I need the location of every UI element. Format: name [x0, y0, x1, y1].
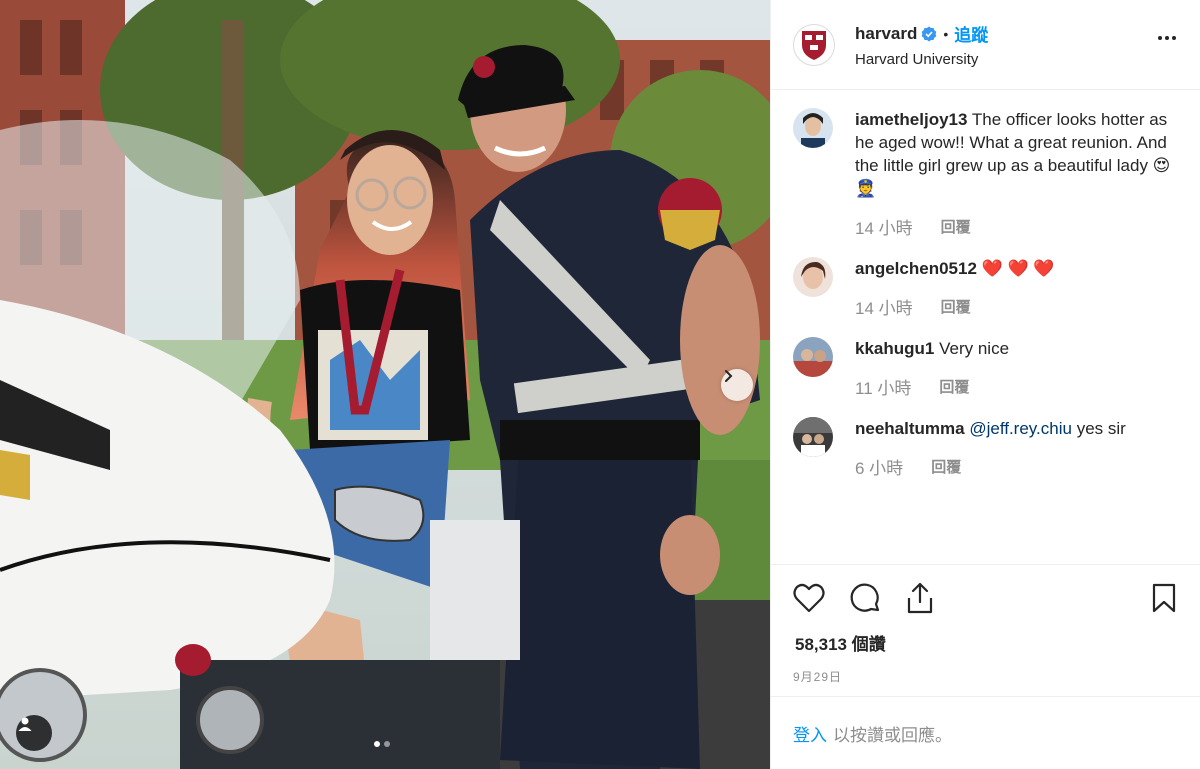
- comments-list: iametheljoy13 The officer looks hotter a…: [771, 90, 1200, 564]
- carousel-dot-active: [374, 741, 380, 747]
- comment-meta: 14 小時 回覆: [855, 294, 1055, 319]
- comment: kkahugu1 Very nice 11 小時 回覆: [793, 337, 1182, 399]
- user-tag-icon: [18, 717, 32, 731]
- instagram-post: harvard • 追蹤 Harvard University iamethel…: [0, 0, 1200, 769]
- commenter-avatar[interactable]: [793, 108, 833, 148]
- post-header: harvard • 追蹤 Harvard University: [771, 0, 1200, 90]
- comment: iametheljoy13 The officer looks hotter a…: [793, 108, 1182, 239]
- verified-badge-icon: [922, 26, 937, 41]
- post-side-panel: harvard • 追蹤 Harvard University iamethel…: [770, 0, 1200, 769]
- account-username[interactable]: harvard: [855, 24, 917, 44]
- comment-meta: 14 小時 回覆: [855, 214, 1182, 239]
- reply-button[interactable]: 回覆: [939, 374, 969, 399]
- login-link[interactable]: 登入: [793, 721, 827, 746]
- heart-icon: [793, 583, 825, 612]
- comment-meta: 11 小時 回覆: [855, 374, 1009, 399]
- comment-text-row: kkahugu1 Very nice: [855, 337, 1009, 360]
- comment-text: Very nice: [939, 339, 1010, 358]
- reply-button[interactable]: 回覆: [931, 454, 961, 479]
- comment-time[interactable]: 11 小時: [855, 374, 911, 399]
- avatar-image: [793, 337, 833, 377]
- account-full-name: Harvard University: [855, 51, 979, 68]
- comment-username[interactable]: neehaltumma: [855, 419, 965, 438]
- comment-username[interactable]: iametheljoy13: [855, 110, 967, 129]
- save-button[interactable]: [1152, 583, 1176, 618]
- comment-username[interactable]: kkahugu1: [855, 339, 934, 358]
- commenter-avatar[interactable]: [793, 337, 833, 377]
- comment-meta: 6 小時 回覆: [855, 454, 1126, 479]
- tagged-users-button[interactable]: [16, 715, 52, 751]
- reply-button[interactable]: 回覆: [941, 214, 971, 239]
- comment: neehaltumma @jeff.rey.chiu yes sir 6 小時 …: [793, 417, 1182, 479]
- comment-username[interactable]: angelchen0512: [855, 259, 977, 278]
- bookmark-icon: [1152, 583, 1176, 613]
- account-avatar[interactable]: [793, 23, 835, 66]
- account-info: harvard • 追蹤 Harvard University: [855, 21, 988, 69]
- comment-time[interactable]: 14 小時: [855, 214, 913, 239]
- more-options-icon: [1158, 36, 1162, 40]
- share-icon: [907, 582, 933, 613]
- post-date[interactable]: 9月29日: [771, 656, 1200, 696]
- login-prompt-text: 以按讚或回應。: [833, 725, 952, 745]
- comment-text: ❤️ ❤️ ❤️: [981, 259, 1055, 278]
- follow-button[interactable]: 追蹤: [954, 21, 988, 46]
- next-photo-button[interactable]: [721, 369, 753, 401]
- comment-text: yes sir: [1076, 419, 1126, 438]
- comment-body: iametheljoy13 The officer looks hotter a…: [855, 108, 1182, 239]
- commenter-avatar[interactable]: [793, 417, 833, 457]
- reply-button[interactable]: 回覆: [941, 294, 971, 319]
- comment: angelchen0512 ❤️ ❤️ ❤️ 14 小時 回覆: [793, 257, 1182, 319]
- avatar-image: [793, 108, 833, 148]
- comment-body: neehaltumma @jeff.rey.chiu yes sir 6 小時 …: [855, 417, 1126, 479]
- comment-body: angelchen0512 ❤️ ❤️ ❤️ 14 小時 回覆: [855, 257, 1055, 319]
- comment-mention[interactable]: @jeff.rey.chiu: [969, 419, 1072, 438]
- more-options-button[interactable]: [1158, 36, 1176, 40]
- avatar-image: [793, 417, 833, 457]
- commenter-avatar[interactable]: [793, 257, 833, 297]
- likes-count[interactable]: 58,313 個讚: [771, 630, 1200, 656]
- carousel-indicator: [374, 741, 390, 747]
- account-name-row: harvard • 追蹤: [855, 21, 988, 46]
- comment-text-row: iametheljoy13 The officer looks hotter a…: [855, 108, 1182, 200]
- comment-time[interactable]: 14 小時: [855, 294, 913, 319]
- comment-text-row: neehaltumma @jeff.rey.chiu yes sir: [855, 417, 1126, 440]
- photo-illustration: [0, 0, 770, 769]
- comment-time[interactable]: 6 小時: [855, 454, 903, 479]
- login-prompt: 登入 以按讚或回應。: [771, 696, 1200, 769]
- separator-dot: •: [943, 25, 949, 42]
- avatar-image: [793, 257, 833, 297]
- comment-button[interactable]: [849, 581, 883, 615]
- share-button[interactable]: [905, 581, 939, 615]
- comment-icon: [850, 583, 880, 612]
- comment-text-row: angelchen0512 ❤️ ❤️ ❤️: [855, 257, 1055, 280]
- chevron-right-icon: [725, 370, 733, 382]
- like-button[interactable]: [793, 581, 827, 615]
- action-bar: [771, 564, 1200, 630]
- comment-body: kkahugu1 Very nice 11 小時 回覆: [855, 337, 1009, 399]
- post-photo[interactable]: [0, 0, 770, 769]
- carousel-dot: [384, 741, 390, 747]
- harvard-shield-icon: [802, 30, 826, 60]
